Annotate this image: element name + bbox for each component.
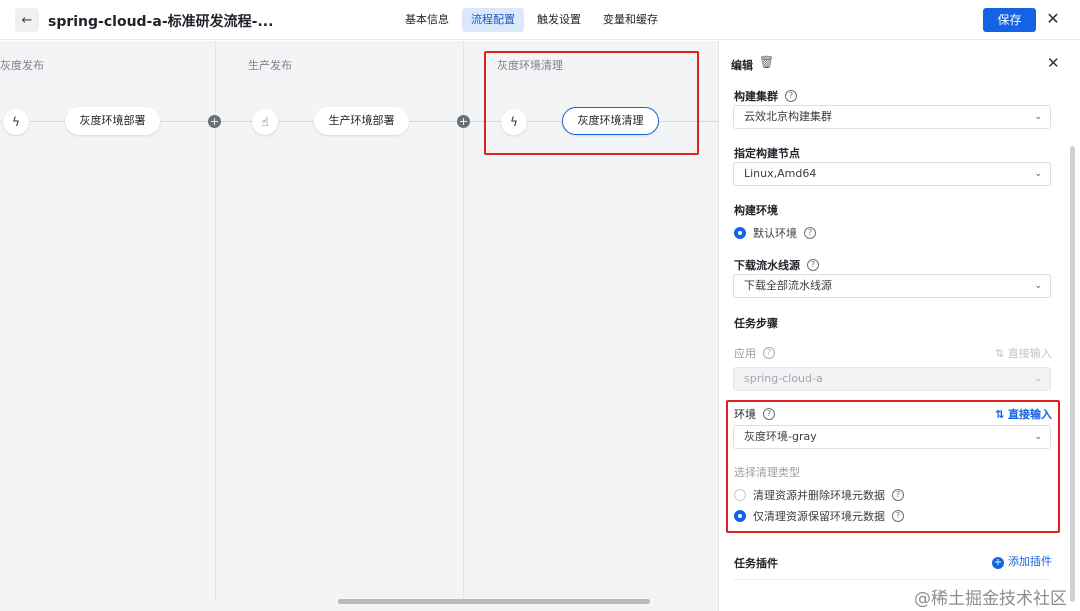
arrow-left-icon: ← [21,12,33,28]
app-select: spring-cloud-a ⌄ [733,367,1051,391]
chevron-down-icon: ⌄ [1034,432,1042,442]
help-icon: ? [785,90,797,102]
environment-direct-input-link[interactable]: ⇅ 直接输入 [995,406,1052,422]
top-bar: ← spring-cloud-a-标准研发流程-... 基本信息 流程配置 触发… [0,0,1080,40]
chevron-down-icon: ⌄ [1034,281,1042,291]
help-icon: ? [892,489,904,501]
build-env-label: 构建环境 [734,204,778,217]
environment-select[interactable]: 灰度环境-gray ⌄ [733,425,1051,449]
help-icon: ? [763,347,775,359]
horizontal-scrollbar[interactable] [338,599,650,604]
chevron-down-icon: ⌄ [1034,169,1042,179]
tab-basic-info[interactable]: 基本信息 [396,8,458,32]
divider [733,579,1051,580]
tab-variables-cache[interactable]: 变量和缓存 [594,8,667,32]
download-source-label: 下载流水线源? [734,257,819,273]
panel-title: 编辑 [731,59,753,72]
tab-bar: 基本信息 流程配置 触发设置 变量和缓存 [396,8,667,32]
build-cluster-label: 构建集群? [734,88,797,104]
cleanup-delete-metadata-radio[interactable]: 清理资源并删除环境元数据? [734,487,904,503]
trigger-lightning-icon[interactable]: ϟ [501,109,527,135]
app-direct-input-link: ⇅ 直接输入 [995,347,1052,360]
build-cluster-select[interactable]: 云效北京构建集群 ⌄ [733,105,1051,129]
pipeline-canvas: 灰度发布 ϟ 灰度环境部署 + 生产发布 ☝ 生产环境部署 + 灰度环境清理 ϟ… [0,41,718,611]
build-node-select[interactable]: Linux,Amd64 ⌄ [733,162,1051,186]
back-button[interactable]: ← [15,8,39,32]
app-label: 应用? [734,345,775,361]
stage-title: 灰度环境清理 [497,59,563,72]
job-prod-deploy[interactable]: 生产环境部署 [314,107,409,135]
tab-trigger-settings[interactable]: 触发设置 [528,8,590,32]
cleanup-keep-metadata-radio[interactable]: 仅清理资源保留环境元数据? [734,508,904,524]
watermark: @稀土掘金技术社区 [914,589,1067,609]
stage-title: 生产发布 [248,59,292,72]
close-icon[interactable]: ✕ [1044,10,1062,28]
edit-panel: 编辑 🗑 ✕ 构建集群? 云效北京构建集群 ⌄ 指定构建节点 Linux,Amd6… [718,41,1080,611]
trash-icon[interactable]: 🗑 [759,55,774,69]
task-plugins-label: 任务插件 [734,557,778,570]
help-icon: ? [804,227,816,239]
add-stage-icon[interactable]: + [457,115,470,128]
build-env-default-radio[interactable]: 默认环境? [734,225,816,241]
tab-flow-config[interactable]: 流程配置 [462,8,524,32]
trigger-lightning-icon[interactable]: ϟ [3,109,29,135]
help-icon: ? [763,408,775,420]
close-icon[interactable]: ✕ [1047,54,1060,72]
trigger-manual-icon[interactable]: ☝ [252,109,278,135]
add-plugin-button[interactable]: + 添加插件 [992,553,1052,569]
job-gray-deploy[interactable]: 灰度环境部署 [65,107,160,135]
help-icon: ? [807,259,819,271]
cleanup-type-label: 选择清理类型 [734,466,800,479]
stage-title: 灰度发布 [0,59,44,72]
chevron-down-icon: ⌄ [1034,112,1042,122]
sort-icon: ⇅ [995,347,1008,360]
vertical-scrollbar[interactable] [1070,146,1075,602]
pipeline-title: spring-cloud-a-标准研发流程-... [48,14,274,30]
plus-circle-icon: + [992,557,1004,569]
chevron-down-icon: ⌄ [1034,374,1042,384]
help-icon: ? [892,510,904,522]
environment-label: 环境? [734,406,775,422]
sort-icon: ⇅ [995,408,1009,421]
task-steps-label: 任务步骤 [734,317,778,330]
download-source-select[interactable]: 下载全部流水线源 ⌄ [733,274,1051,298]
build-node-label: 指定构建节点 [734,147,800,160]
save-button[interactable]: 保存 [983,8,1036,32]
job-gray-cleanup[interactable]: 灰度环境清理 [562,107,659,135]
